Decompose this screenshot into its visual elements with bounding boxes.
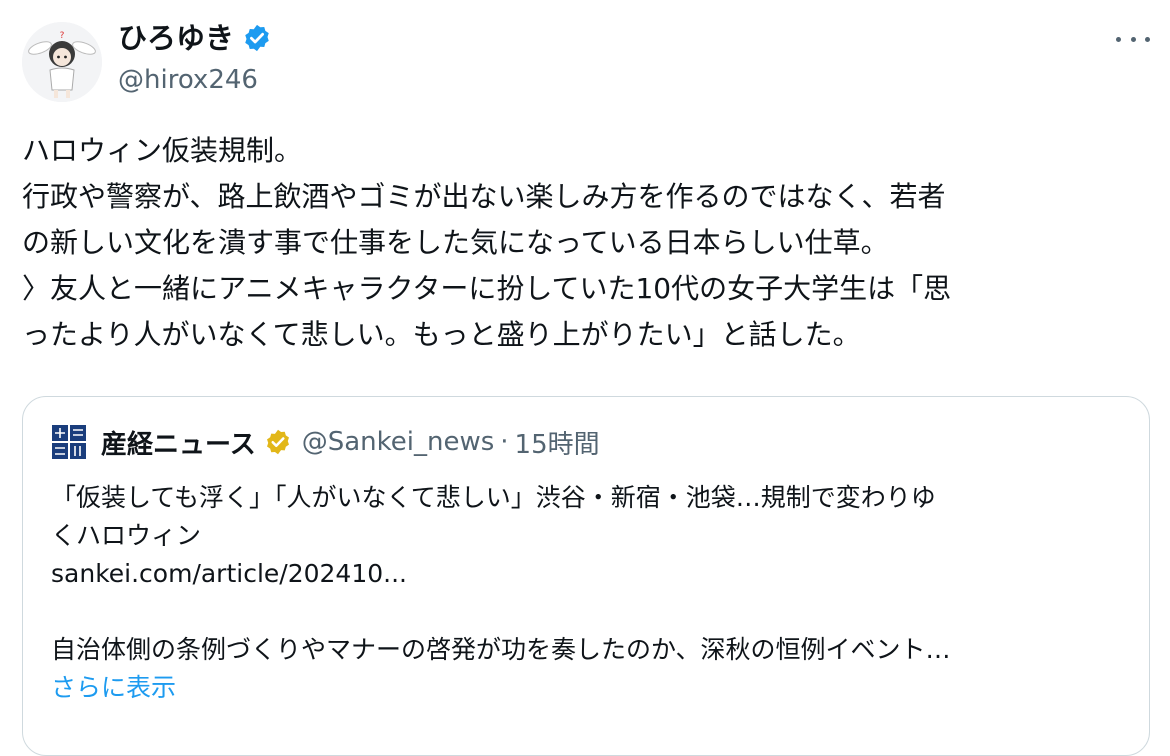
ellipsis-dot	[1116, 36, 1121, 42]
quoted-headline-line: くハロウィン	[51, 521, 202, 550]
author-display-name-row[interactable]: ひろゆき	[118, 20, 272, 56]
quoted-headline-line: 「仮装しても浮く」「人がいなくて悲しい」渋谷・新宿・池袋…規制で変わりゆ	[51, 483, 936, 512]
verified-organization-badge-icon	[266, 429, 289, 455]
quoted-tweet-header: 産経ニュース @Sankei_news · 15時間	[51, 424, 600, 461]
ellipsis-dot	[1145, 36, 1150, 42]
avatar[interactable]: ?	[22, 22, 102, 102]
quoted-tweet-time[interactable]: 15時間	[515, 424, 600, 461]
ellipsis-icon[interactable]	[1116, 28, 1150, 50]
avatar-bunny-ears-character-icon: ?	[22, 22, 102, 102]
sankei-logo-icon[interactable]	[51, 424, 87, 460]
show-more-link[interactable]: さらに表示	[51, 669, 1126, 707]
ellipsis-dot	[1130, 36, 1136, 42]
quoted-source-name[interactable]: 産経ニュース	[101, 424, 256, 461]
tweet-text-line: の新しい文化を潰す事で仕事をした気になっている日本らしい仕草。	[22, 226, 889, 259]
tweet-text-line: ハロウィン仮装規制。	[22, 134, 303, 167]
author-handle[interactable]: @hirox246	[118, 64, 258, 96]
svg-text:?: ?	[60, 31, 65, 41]
tweet-text-line: 行政や警察が、路上飲酒やゴミが出ない楽しみ方を作るのではなく、若者	[22, 180, 946, 213]
tweet-text-line: 〉友人と一緒にアニメキャラクターに扮していた10代の女子大学生は「思	[22, 272, 952, 305]
quoted-summary: 自治体側の条例づくりやマナーの啓発が功を奏したのか、深秋の恒例イベント…	[51, 635, 951, 664]
quoted-article-link[interactable]: sankei.com/article/202410...	[51, 555, 1126, 593]
author-display-name[interactable]: ひろゆき	[118, 20, 234, 56]
quoted-source-handle[interactable]: @Sankei_news	[302, 427, 495, 457]
quoted-tweet-body: 「仮装しても浮く」「人がいなくて悲しい」渋谷・新宿・池袋…規制で変わりゆ くハロ…	[51, 479, 1126, 707]
tweet-text: ハロウィン仮装規制。 行政や警察が、路上飲酒やゴミが出ない楽しみ方を作るのではな…	[22, 128, 1152, 358]
separator-dot: ·	[500, 427, 509, 457]
quoted-tweet-card[interactable]: 産経ニュース @Sankei_news · 15時間 「仮装しても浮く」「人がい…	[22, 396, 1150, 756]
tweet-text-line: ったより人がいなくて悲しい。もっと盛り上がりたい」と話した。	[22, 318, 861, 351]
verified-badge-icon[interactable]	[242, 23, 272, 53]
